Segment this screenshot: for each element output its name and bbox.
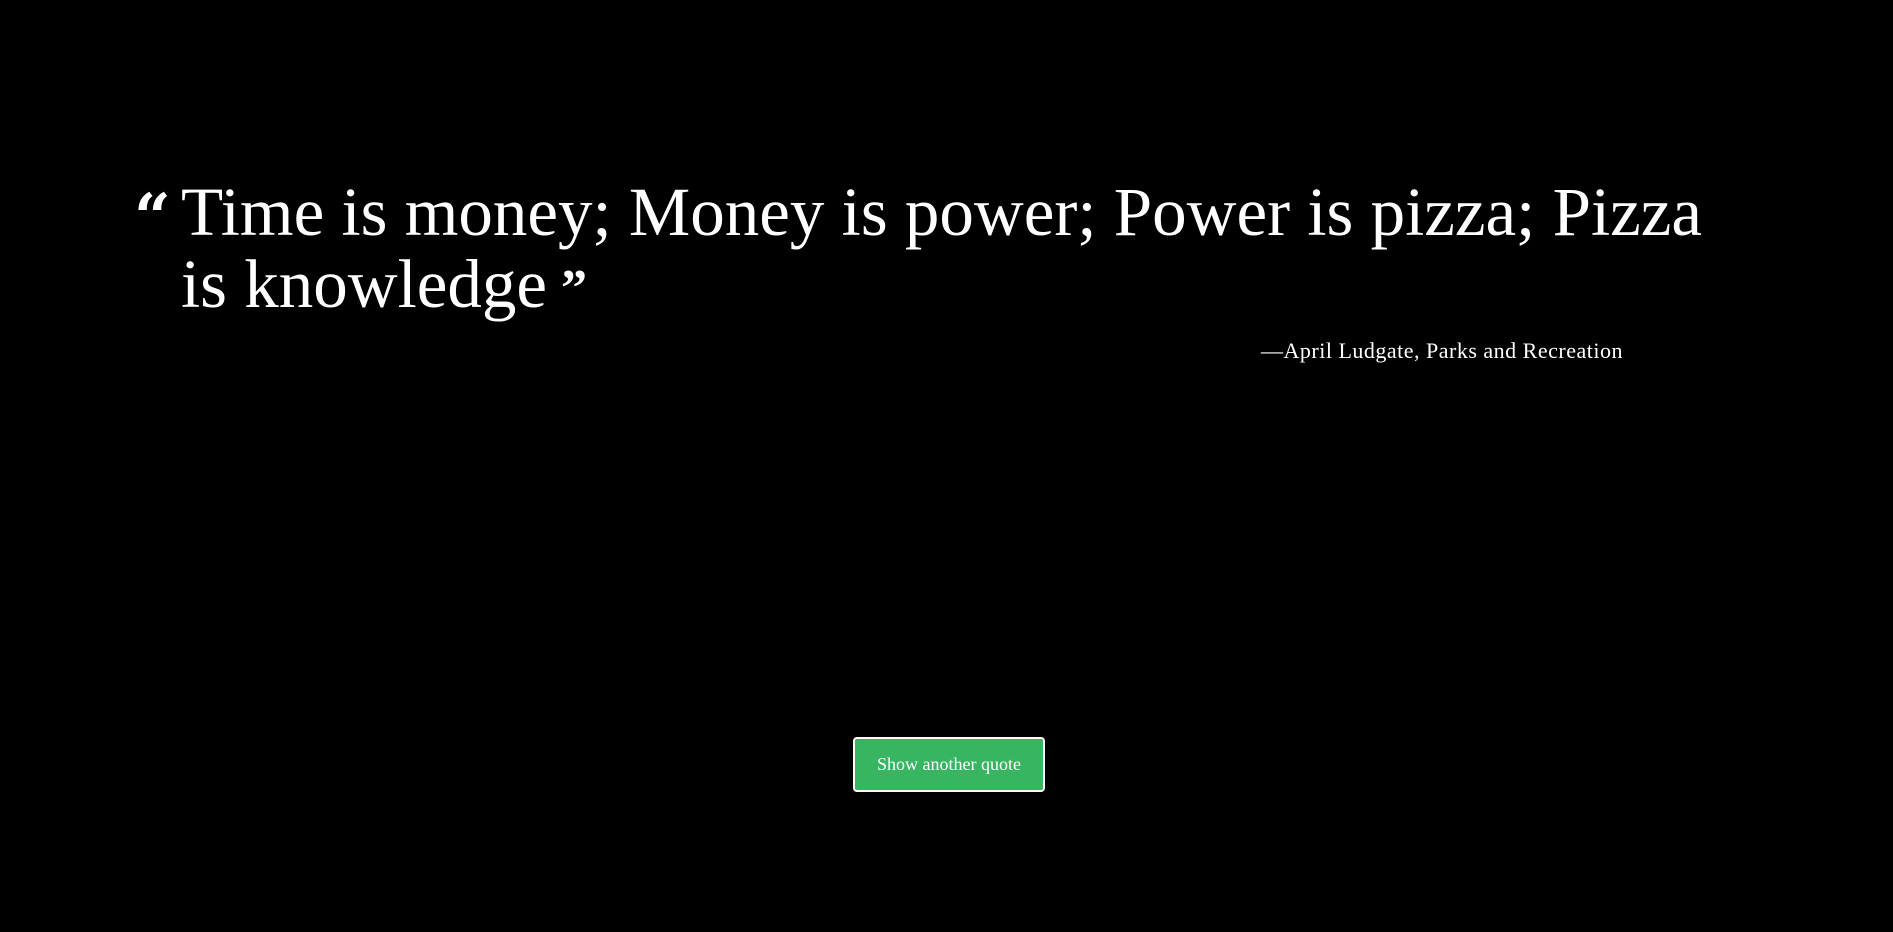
quote-attribution: —April Ludgate, Parks and Recreation [1261, 338, 1623, 364]
quote-text: Time is money; Money is power; Power is … [181, 176, 1741, 320]
attribution-dash: — [1261, 338, 1284, 363]
quote-text-content: Time is money; Money is power; Power is … [181, 174, 1702, 322]
quote-block: “ Time is money; Money is power; Power i… [134, 176, 1754, 320]
attribution-text: April Ludgate, Parks and Recreation [1283, 338, 1623, 363]
close-quote-icon: ” [561, 260, 588, 317]
quote-page: “ Time is money; Money is power; Power i… [0, 0, 1893, 932]
open-quote-icon: “ [134, 180, 171, 255]
show-another-quote-button[interactable]: Show another quote [853, 737, 1045, 792]
